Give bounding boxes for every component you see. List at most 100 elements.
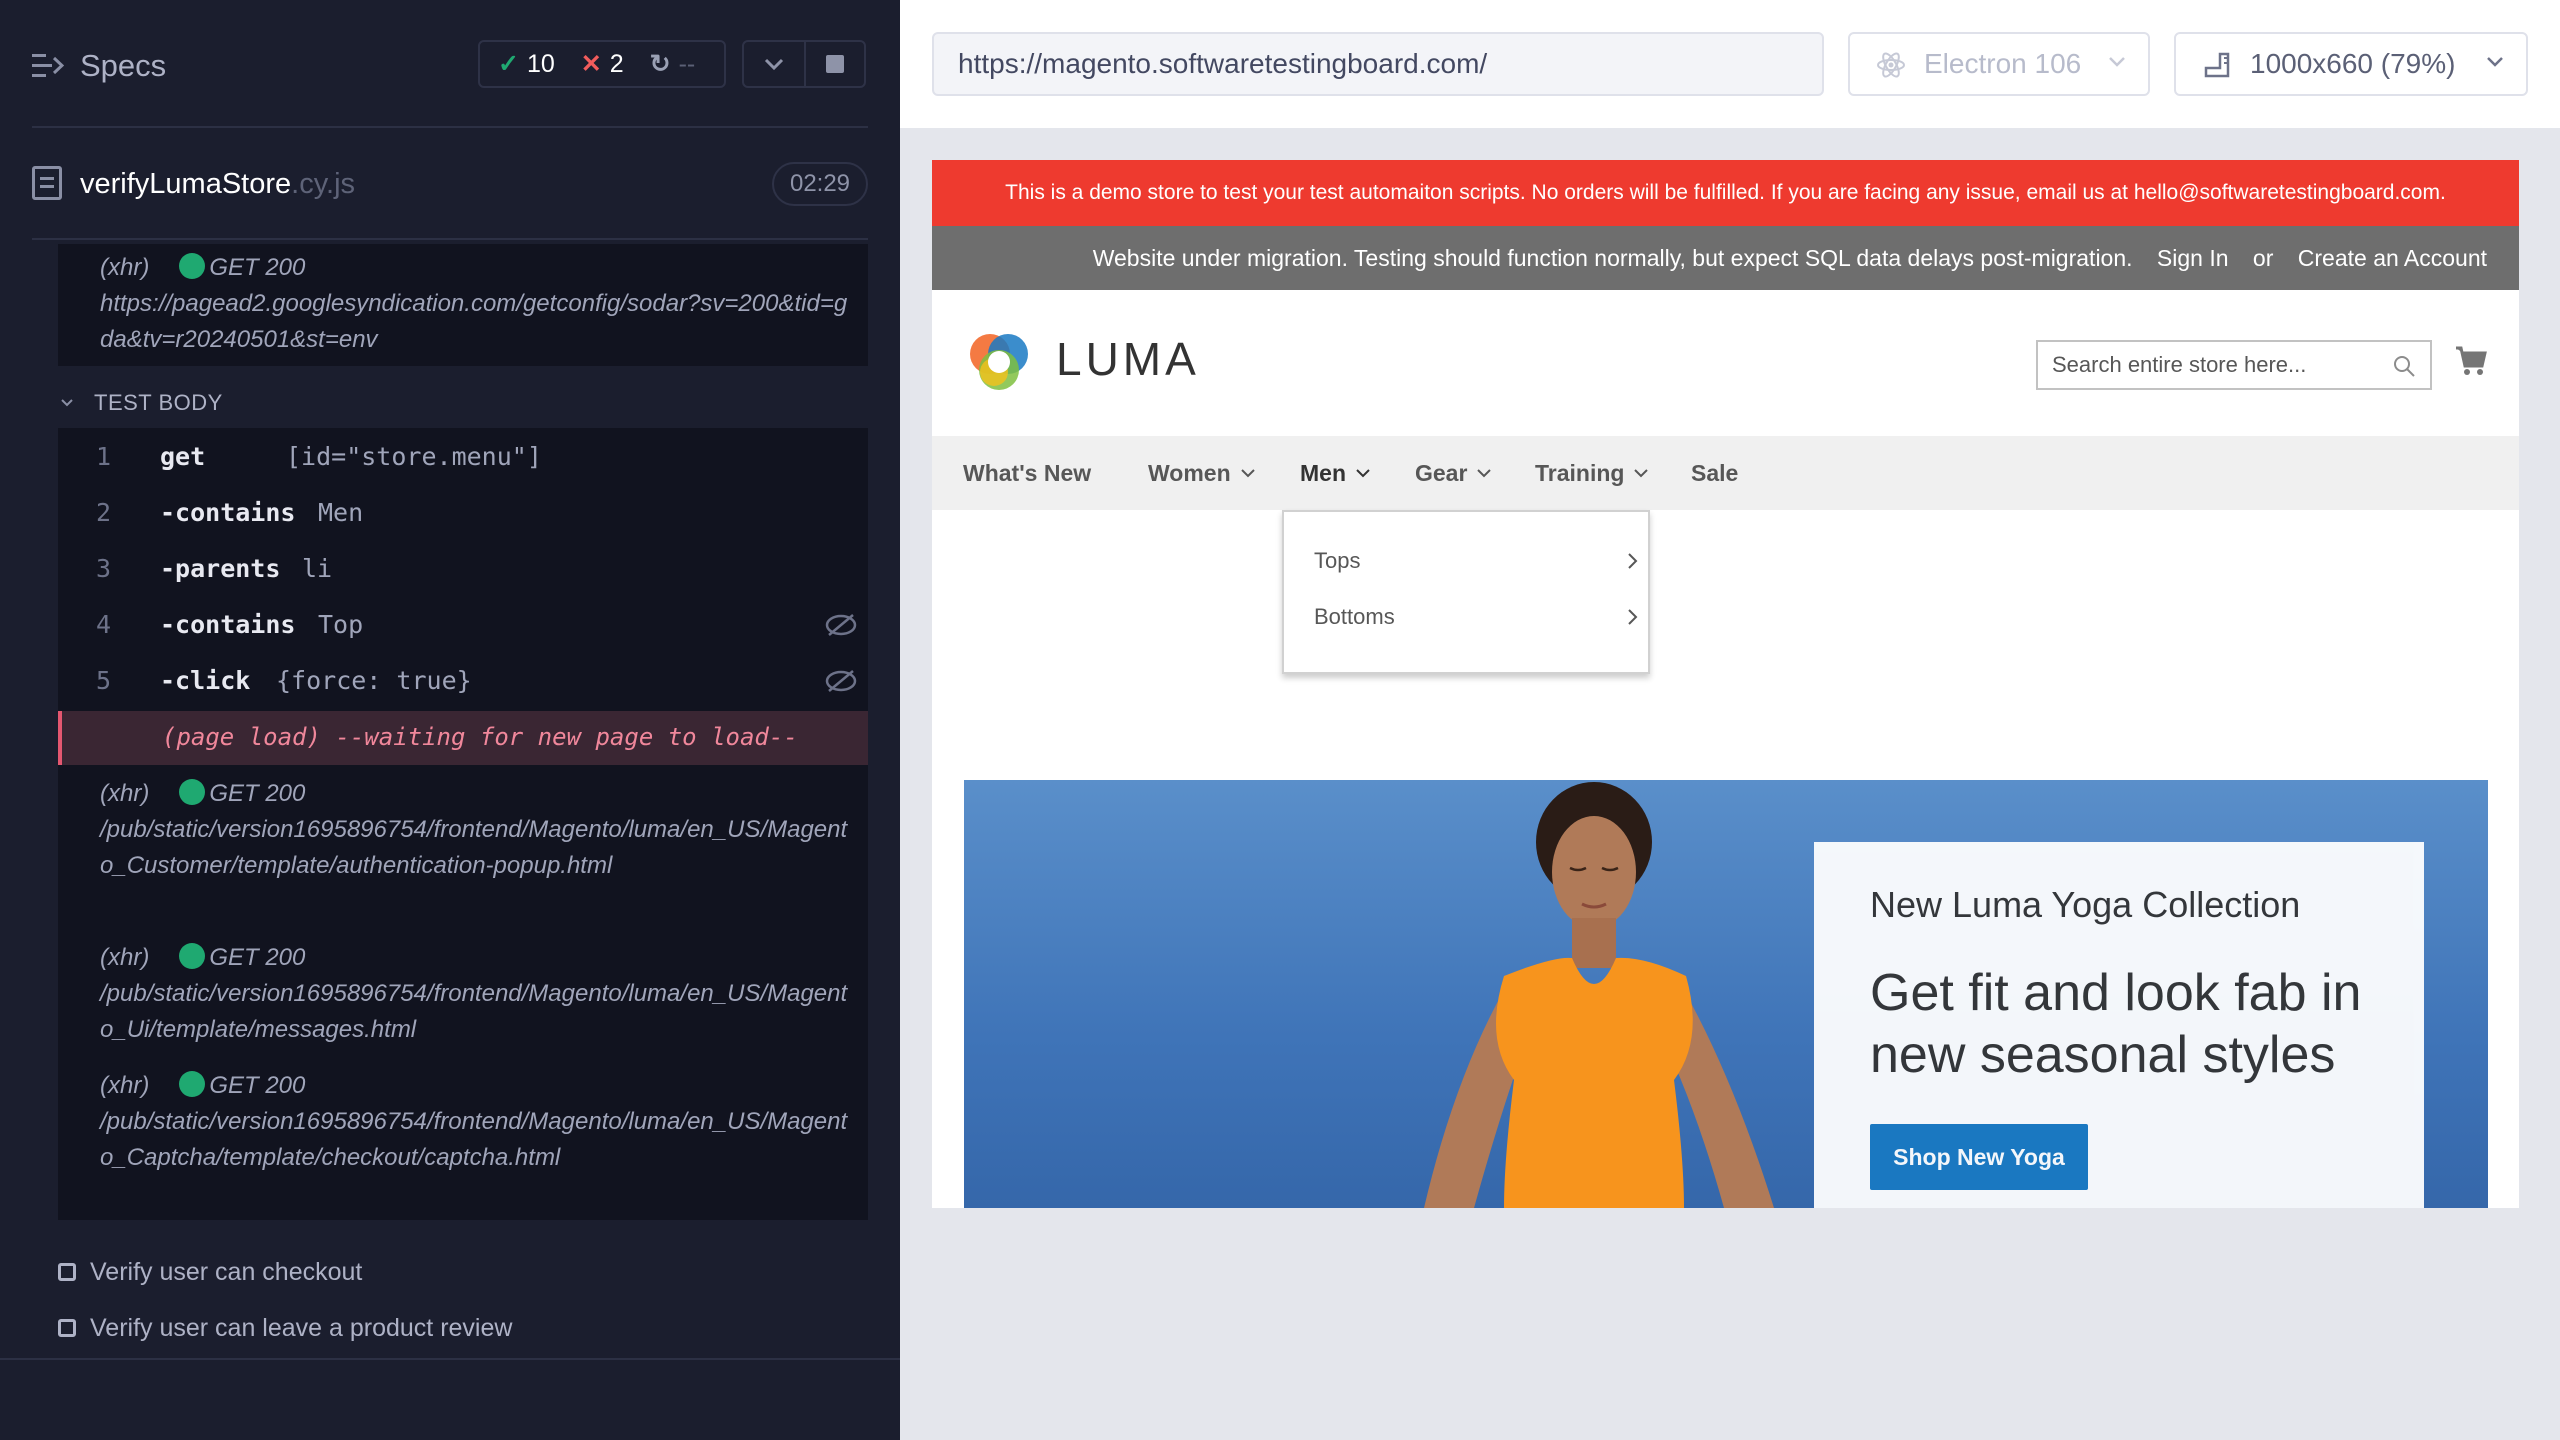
command-name: -click [160,666,251,695]
divider [32,238,868,240]
chevron-down-icon [1477,469,1492,478]
command-name: get [160,442,206,471]
cart-icon[interactable] [2454,344,2488,378]
collapse-button[interactable] [744,42,804,86]
chevron-right-icon [1628,609,1638,625]
status-dot [179,943,206,969]
nav-men[interactable]: Men [1300,436,1370,510]
submenu-item-bottoms[interactable]: Bottoms [1314,604,1395,630]
line-number: 1 [96,442,112,471]
command-arg: {force: true} [276,666,472,695]
xhr-log-entry[interactable]: (xhr) GET 200 /pub/static/version16958967… [100,776,860,884]
x-icon: ✕ [580,50,602,78]
command-arg: [id="store.menu"] [286,442,542,471]
cypress-runner-panel: Specs ✓ 10 ✕ 2 ↻ -- verifyLumaStore.cy.js 0… [0,0,900,1440]
failed-count: ✕ 2 [580,49,624,79]
aut-panel: https://magento.softwaretestingboard.com… [900,0,2560,1440]
search-input[interactable]: Search entire store here... [2036,340,2432,390]
runner-controls [742,40,866,88]
status-dot [179,779,206,805]
test-stats: ✓ 10 ✕ 2 ↻ -- [478,40,726,88]
command-row[interactable]: 4 -contains Top [58,596,868,652]
test-body-label[interactable]: TEST BODY [94,390,223,416]
nav-training[interactable]: Training [1535,436,1649,510]
spec-file-name: verifyLumaStore.cy.js [80,168,356,200]
browser-selector[interactable]: Electron 106 [1848,32,2150,96]
luma-logo-text[interactable]: LUMA [1056,332,1200,386]
stop-icon [825,55,844,73]
specs-list-icon[interactable] [32,52,64,80]
command-name: -parents [160,554,281,583]
specs-title[interactable]: Specs [80,48,166,84]
line-number: 2 [96,498,112,527]
chevron-down-icon [1634,469,1649,478]
spinner-icon: ↻ [649,50,671,78]
hero-text-panel: New Luma Yoga Collection Get fit and loo… [1814,842,2424,1208]
nav-women[interactable]: Women [1148,436,1255,510]
pending-count: ↻ -- [649,49,696,79]
eye-slash-icon [825,670,857,692]
viewport-label: 1000x660 (79%) [2250,48,2456,79]
command-row[interactable]: 1 get [id="store.menu"] [58,428,868,484]
hero-title: Get fit and look fab in new seasonal sty… [1870,964,2362,1084]
chevron-down-icon[interactable] [60,396,74,410]
nav-sale[interactable]: Sale [1691,436,1738,510]
main-nav: What's New Women Men Gear Training Sale [932,436,2519,510]
store-header: LUMA Search entire store here... [932,290,2519,436]
eye-slash-icon [825,614,857,636]
search-icon[interactable] [2392,354,2416,378]
men-submenu: Tops Bottoms [1282,510,1650,674]
command-row[interactable]: 5 -click {force: true} [58,652,868,708]
checkbox-icon [58,1263,76,1281]
chevron-right-icon [1628,553,1638,569]
chevron-down-icon [2109,57,2125,67]
test-item[interactable]: Verify user can checkout [58,1258,362,1287]
shop-new-yoga-button[interactable]: Shop New Yoga [1870,1124,2088,1190]
aut-toolbar: https://magento.softwaretestingboard.com… [900,0,2560,128]
demo-notice: This is a demo store to test your test a… [932,160,2519,226]
command-row[interactable]: 2 -contains Men [58,484,868,540]
nav-whats-new[interactable]: What's New [963,436,1091,510]
app-under-test-frame: This is a demo store to test your test a… [932,160,2519,1208]
line-number: 3 [96,554,112,583]
stop-button[interactable] [803,42,864,86]
hero-kicker: New Luma Yoga Collection [1870,884,2301,925]
chevron-down-icon [1356,469,1370,478]
or-text: or [2252,245,2274,271]
divider [0,1358,900,1360]
status-dot [179,253,206,279]
url-bar[interactable]: https://magento.softwaretestingboard.com… [932,32,1824,96]
migration-notice: Website under migration. Testing should … [1092,245,2133,271]
hero-banner[interactable]: New Luma Yoga Collection Get fit and loo… [964,780,2488,1208]
submenu-item-tops[interactable]: Tops [1314,548,1360,574]
passed-count: ✓ 10 [498,49,555,79]
luma-logo-icon[interactable] [964,326,1034,396]
search-placeholder: Search entire store here... [2052,352,2307,377]
sign-in-link[interactable]: Sign In [2157,245,2229,271]
checkbox-icon [58,1319,76,1337]
ruler-icon [2204,52,2230,78]
chevron-down-icon [764,58,784,70]
spec-file-row[interactable]: verifyLumaStore.cy.js 02:29 [0,156,900,212]
command-row[interactable]: 3 -parents li [58,540,868,596]
line-number: 4 [96,610,112,639]
browser-label: Electron 106 [1924,48,2082,79]
test-item[interactable]: Verify user can leave a product review [58,1314,512,1343]
create-account-link[interactable]: Create an Account [2298,245,2487,271]
command-arg: Top [318,610,364,639]
command-name: -contains [160,498,296,527]
command-name: -contains [160,610,296,639]
xhr-log-entry[interactable]: (xhr) GET 200 https://pagead2.googlesyndi… [100,250,860,358]
xhr-log-entry[interactable]: (xhr) GET 200 /pub/static/version16958967… [100,1068,860,1176]
viewport-selector[interactable]: 1000x660 (79%) [2174,32,2528,96]
xhr-log-entry[interactable]: (xhr) GET 200 /pub/static/version16958967… [100,940,860,1048]
command-arg: Men [318,498,364,527]
chevron-down-icon [1240,469,1255,478]
electron-icon [1877,52,1905,78]
status-dot [179,1071,206,1097]
nav-gear[interactable]: Gear [1415,436,1492,510]
specs-header: Specs ✓ 10 ✕ 2 ↻ -- [0,0,900,128]
chevron-down-icon [2487,57,2503,67]
page-load-entry[interactable]: (page load) --waiting for new page to lo… [58,711,868,765]
divider [32,126,868,128]
